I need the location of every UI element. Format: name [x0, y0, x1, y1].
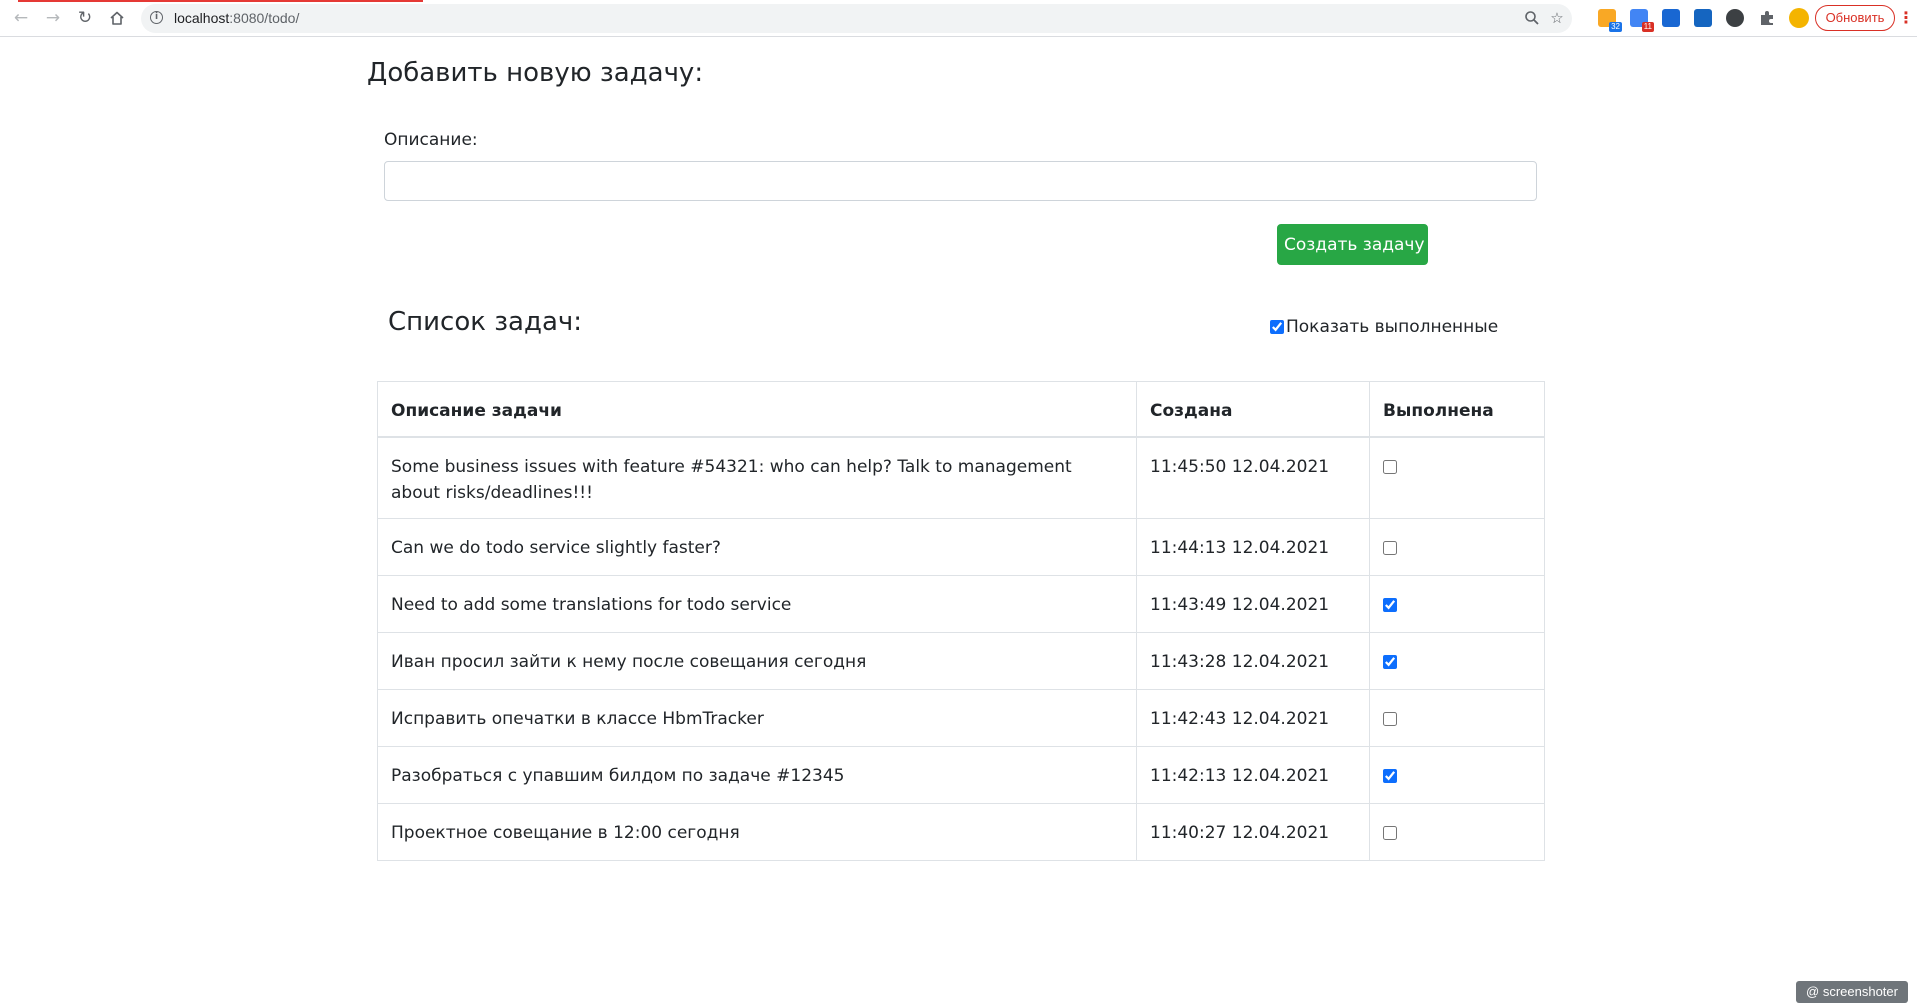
show-done-toggle[interactable]: Показать выполненные: [1270, 317, 1498, 337]
zoom-icon[interactable]: [1522, 8, 1542, 28]
task-created-time: 11:40:27 12.04.2021: [1136, 803, 1370, 861]
reload-icon[interactable]: ↻: [73, 6, 97, 30]
task-description: Исправить опечатки в классе HbmTracker: [377, 689, 1137, 747]
table-row: Some business issues with feature #54321…: [377, 436, 1545, 519]
table-row: Need to add some translations for todo s…: [377, 575, 1545, 633]
task-description: Разобраться с упавшим билдом по задаче #…: [377, 746, 1137, 804]
address-bar[interactable]: i localhost:8080/todo/ ☆: [141, 4, 1572, 33]
description-input[interactable]: [384, 161, 1537, 201]
tasks-table: Описание задачи Создана Выполнена Some b…: [377, 381, 1545, 861]
rss-extension-icon[interactable]: 32: [1598, 9, 1622, 32]
task-done-cell: [1369, 575, 1545, 633]
add-task-heading: Добавить новую задачу:: [367, 58, 704, 88]
task-done-cell: [1369, 689, 1545, 747]
task-created-time: 11:42:13 12.04.2021: [1136, 746, 1370, 804]
table-row: Can we do todo service slightly faster? 1…: [377, 518, 1545, 576]
task-description: Can we do todo service slightly faster?: [377, 518, 1137, 576]
create-task-button[interactable]: Создать задачу: [1277, 224, 1428, 265]
task-done-cell: [1369, 803, 1545, 861]
column-header-created: Создана: [1136, 381, 1370, 438]
task-done-checkbox[interactable]: [1383, 826, 1397, 840]
table-header-row: Описание задачи Создана Выполнена: [377, 381, 1545, 438]
forward-arrow-icon[interactable]: →: [41, 6, 65, 30]
task-created-time: 11:43:28 12.04.2021: [1136, 632, 1370, 690]
page-load-progress: [18, 0, 423, 2]
task-done-cell: [1369, 746, 1545, 804]
task-description: Some business issues with feature #54321…: [377, 436, 1137, 519]
task-done-checkbox[interactable]: [1383, 460, 1397, 474]
site-info-icon[interactable]: i: [150, 11, 163, 24]
task-created-time: 11:45:50 12.04.2021: [1136, 436, 1370, 519]
description-label: Описание:: [384, 130, 478, 150]
task-done-checkbox[interactable]: [1383, 769, 1397, 783]
task-done-checkbox[interactable]: [1383, 655, 1397, 669]
task-done-cell: [1369, 436, 1545, 519]
back-arrow-icon[interactable]: ←: [9, 6, 33, 30]
table-row: Проектное совещание в 12:00 сегодня 11:40…: [377, 803, 1545, 861]
rss-badge: 32: [1609, 22, 1622, 32]
task-done-checkbox[interactable]: [1383, 541, 1397, 555]
task-created-time: 11:43:49 12.04.2021: [1136, 575, 1370, 633]
table-row: Разобраться с упавшим билдом по задаче #…: [377, 746, 1545, 804]
show-done-checkbox[interactable]: [1270, 320, 1284, 334]
bookmark-star-icon[interactable]: ☆: [1547, 8, 1567, 28]
google-translate-icon[interactable]: [1662, 9, 1680, 27]
translate-badge: 11: [1641, 22, 1654, 32]
translate-extension-icon[interactable]: 11: [1630, 9, 1654, 32]
table-row: Исправить опечатки в классе HbmTracker 11…: [377, 689, 1545, 747]
profile-avatar-icon[interactable]: [1789, 8, 1809, 28]
task-description: Need to add some translations for todo s…: [377, 575, 1137, 633]
task-done-checkbox[interactable]: [1383, 598, 1397, 612]
browser-update-button[interactable]: Обновить: [1815, 5, 1895, 31]
task-done-cell: [1369, 632, 1545, 690]
task-description: Проектное совещание в 12:00 сегодня: [377, 803, 1137, 861]
docs-extension-icon[interactable]: [1694, 9, 1712, 27]
browser-toolbar: ← → ↻ i localhost:8080/todo/ ☆ 32 11 Обн…: [0, 0, 1917, 37]
extensions-puzzle-icon[interactable]: [1758, 9, 1776, 27]
url-host: localhost: [174, 10, 230, 26]
url-path: :8080/todo/: [229, 10, 300, 26]
incognito-glasses-icon[interactable]: [1726, 9, 1744, 27]
show-done-label: Показать выполненные: [1286, 317, 1499, 337]
task-done-cell: [1369, 518, 1545, 576]
url-text[interactable]: localhost:8080/todo/: [174, 10, 299, 26]
task-list-heading: Список задач:: [388, 307, 583, 337]
task-done-checkbox[interactable]: [1383, 712, 1397, 726]
menu-dots-icon[interactable]: ⋮: [1898, 7, 1914, 29]
task-created-time: 11:44:13 12.04.2021: [1136, 518, 1370, 576]
screenshoter-watermark: @ screenshoter: [1796, 981, 1908, 1003]
task-description: Иван просил зайти к нему после совещания…: [377, 632, 1137, 690]
task-created-time: 11:42:43 12.04.2021: [1136, 689, 1370, 747]
home-icon[interactable]: [105, 6, 129, 30]
column-header-description: Описание задачи: [377, 381, 1137, 438]
column-header-done: Выполнена: [1369, 381, 1545, 438]
table-row: Иван просил зайти к нему после совещания…: [377, 632, 1545, 690]
